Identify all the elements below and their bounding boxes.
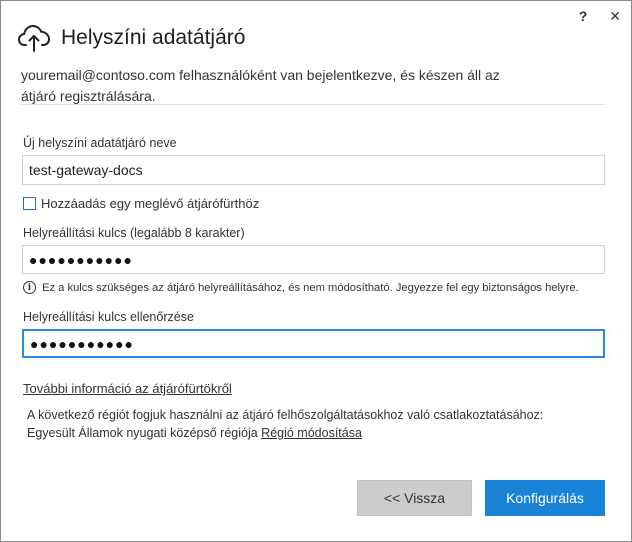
info-icon: i [23, 281, 36, 294]
region-info-line: A következő régiót fogjuk használni az á… [27, 408, 544, 422]
recovery-key-input[interactable]: ●●●●●●●●●●● [22, 245, 605, 274]
back-button[interactable]: << Vissza [357, 480, 472, 516]
change-region-link[interactable]: Régió módosítása [261, 426, 362, 440]
cloud-upload-icon [18, 25, 50, 52]
dialog-header: Helyszíni adatátjáró [17, 23, 245, 53]
recovery-key-label: Helyreállítási kulcs (legalább 8 karakte… [23, 226, 245, 240]
gateway-name-input[interactable]: test-gateway-docs [22, 155, 605, 185]
help-icon[interactable]: ? [579, 7, 588, 25]
title-controls: ? ✕ [579, 7, 621, 25]
add-to-cluster-checkbox[interactable] [23, 197, 36, 210]
close-icon[interactable]: ✕ [609, 7, 621, 25]
gateway-name-label: Új helyszíni adatátjáró neve [23, 136, 177, 150]
recovery-key-info: i Ez a kulcs szükséges az átjáró helyreá… [23, 281, 579, 294]
gateway-dialog: ? ✕ Helyszíni adatátjáró youremail@conto… [0, 0, 632, 542]
confirm-key-input[interactable]: ●●●●●●●●●●● [22, 329, 605, 358]
header-divider [21, 104, 605, 105]
signed-in-message-line-1: youremail@contoso.com felhasználóként va… [21, 67, 500, 83]
region-name: Egyesült Államok nyugati középső régiója [27, 426, 258, 440]
configure-button[interactable]: Konfigurálás [485, 480, 605, 516]
add-to-cluster-label: Hozzáadás egy meglévő átjárófürthöz [41, 196, 260, 211]
gateway-name-value: test-gateway-docs [29, 162, 143, 178]
page-title: Helyszíni adatátjáró [61, 26, 246, 49]
cluster-info-link[interactable]: További információ az átjárófürtökről [23, 381, 232, 396]
region-selection-line: Egyesült Államok nyugati középső régiója… [27, 424, 543, 442]
recovery-key-info-text: Ez a kulcs szükséges az átjáró helyreáll… [42, 281, 579, 294]
recovery-key-value: ●●●●●●●●●●● [29, 251, 134, 268]
confirm-key-label: Helyreállítási kulcs ellenőrzése [23, 310, 194, 324]
confirm-key-value: ●●●●●●●●●●● [30, 335, 135, 352]
add-to-cluster-row[interactable]: Hozzáadás egy meglévő átjárófürthöz [23, 196, 259, 211]
region-info: A következő régiót fogjuk használni az á… [27, 406, 543, 442]
signed-in-message: youremail@contoso.com felhasználóként va… [21, 65, 561, 107]
